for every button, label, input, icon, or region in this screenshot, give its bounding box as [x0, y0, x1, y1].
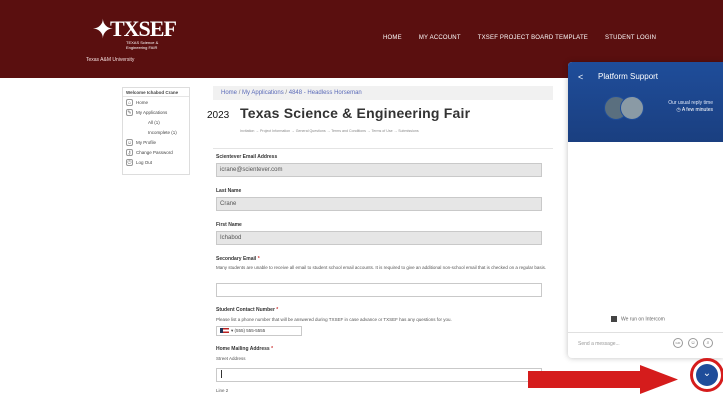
secondary-email-label-text: Secondary Email [216, 256, 257, 262]
sidebar-item-my-applications[interactable]: ✎ My Applications [123, 107, 189, 117]
sidebar-item-my-profile[interactable]: ☺ My Profile [123, 137, 189, 147]
support-chat-panel: < Platform Support Our usual reply time … [568, 62, 723, 358]
first-name-field[interactable]: Ichabod [216, 231, 542, 245]
txsef-logo[interactable]: ✦ TXSEF TEXAS Science & Engineering FAIR [92, 14, 182, 54]
sidebar-item-label: All (1) [148, 119, 160, 125]
welcome-text: Welcome Ichabod Crane [123, 88, 189, 97]
logo-text: TXSEF [110, 16, 177, 41]
sidebar-item-label: My Applications [136, 109, 168, 115]
sidebar-item-incomplete[interactable]: Incomplete (1) [123, 127, 189, 137]
power-icon: ⏻ [126, 158, 133, 166]
sidebar-item-label: Incomplete (1) [148, 129, 177, 135]
university-name: Texas A&M University [86, 57, 135, 63]
nav-home[interactable]: HOME [383, 35, 402, 41]
breadcrumb-separator: / [238, 90, 241, 96]
divider [213, 148, 553, 149]
reply-time-caption: Our usual reply time [668, 100, 713, 106]
account-sidebar: Welcome Ichabod Crane ⌂ Home ✎ My Applic… [122, 87, 190, 175]
chat-launcher-button[interactable]: ⌄ [690, 358, 723, 392]
required-mark: * [271, 346, 274, 352]
message-input[interactable]: Send a message... [578, 341, 620, 347]
chevron-down-icon: ⌄ [696, 364, 718, 386]
composer-actions: GIF ☺ ⌕ [673, 338, 713, 348]
us-flag-icon[interactable] [220, 328, 229, 334]
gif-icon[interactable]: GIF [673, 338, 683, 348]
last-name-field[interactable]: Crane [216, 197, 542, 211]
text-cursor [221, 370, 222, 379]
first-name-label: First Name [216, 222, 242, 228]
home-icon: ⌂ [126, 98, 133, 106]
street-address-field[interactable] [216, 368, 542, 382]
sidebar-item-label: Home [136, 99, 149, 105]
sidebar-item-change-password[interactable]: ⚷ Change Password [123, 147, 189, 157]
application-form-area: Home / My Applications / 4848 - Headless… [207, 86, 554, 394]
phone-help: Please list a phone number that will be … [216, 317, 452, 322]
top-nav: HOME MY ACCOUNT TXSEF PROJECT BOARD TEMP… [383, 35, 656, 41]
logo-subtitle: TEXAS Science & Engineering FAIR [126, 40, 159, 50]
street-address-label: Street Address [216, 356, 246, 361]
required-mark: * [257, 256, 260, 262]
email-label: Scientever Email Address [216, 154, 278, 160]
phone-value: (555) 555-5555 [234, 328, 266, 333]
secondary-email-help: Many students are unable to receive all … [216, 265, 547, 270]
intercom-logo-icon [611, 316, 617, 322]
user-icon: ☺ [126, 138, 133, 146]
intercom-credit[interactable]: We run on Intercom [611, 316, 665, 322]
fair-year: 2023 [207, 110, 230, 121]
breadcrumb: Home / My Applications / 4848 - Headless… [213, 86, 553, 100]
applications-icon: ✎ [126, 108, 133, 116]
line2-label: Line 2 [216, 388, 229, 393]
chat-header: < Platform Support Our usual reply time … [568, 62, 723, 142]
last-name-label: Last Name [216, 188, 242, 194]
divider [568, 332, 723, 333]
address-label: Home Mailing Address * [216, 346, 273, 352]
breadcrumb-current: 4848 - Headless Horseman [288, 90, 362, 96]
secondary-email-label: Secondary Email * [216, 256, 260, 262]
back-chevron-icon[interactable]: < [578, 72, 583, 82]
sidebar-item-label: My Profile [136, 139, 157, 145]
required-mark: * [276, 307, 279, 313]
breadcrumb-home[interactable]: Home [221, 90, 237, 96]
sidebar-item-all[interactable]: All (1) [123, 117, 189, 127]
reply-time: Our usual reply time ◷ A few minutes [668, 100, 713, 114]
support-avatars [604, 96, 646, 122]
sidebar-item-log-out[interactable]: ⏻ Log Out [123, 157, 189, 167]
phone-field[interactable]: ▾ (555) 555-5555 [216, 326, 302, 336]
breadcrumb-separator: / [285, 90, 288, 96]
reply-time-value-text: A few minutes [681, 107, 713, 113]
address-label-text: Home Mailing Address [216, 346, 270, 352]
email-field[interactable]: icrane@scientever.com [216, 163, 542, 177]
phone-label: Student Contact Number * [216, 307, 278, 313]
attachment-icon[interactable]: ⌕ [703, 338, 713, 348]
breadcrumb-my-applications[interactable]: My Applications [242, 90, 284, 96]
emoji-icon[interactable]: ☺ [688, 338, 698, 348]
red-arrow-annotation [528, 365, 678, 394]
nav-project-board-template[interactable]: TXSEF PROJECT BOARD TEMPLATE [478, 35, 588, 41]
phone-label-text: Student Contact Number [216, 307, 275, 313]
avatar [620, 96, 644, 120]
sidebar-item-label: Log Out [136, 159, 153, 165]
reply-time-value: ◷ A few minutes [676, 107, 713, 113]
key-icon: ⚷ [126, 148, 133, 156]
intercom-credit-text: We run on Intercom [621, 316, 665, 323]
page-title: Texas Science & Engineering Fair [240, 105, 471, 121]
nav-student-login[interactable]: STUDENT LOGIN [605, 35, 656, 41]
nav-my-account[interactable]: MY ACCOUNT [419, 35, 461, 41]
country-dropdown-chevron[interactable]: ▾ [231, 328, 233, 333]
sidebar-item-label: Change Password [136, 149, 173, 155]
sidebar-item-home[interactable]: ⌂ Home [123, 97, 189, 107]
chat-title: Platform Support [598, 72, 659, 81]
secondary-email-field[interactable] [216, 283, 542, 297]
application-steps: Invitation → Project Information → Gener… [240, 129, 419, 133]
